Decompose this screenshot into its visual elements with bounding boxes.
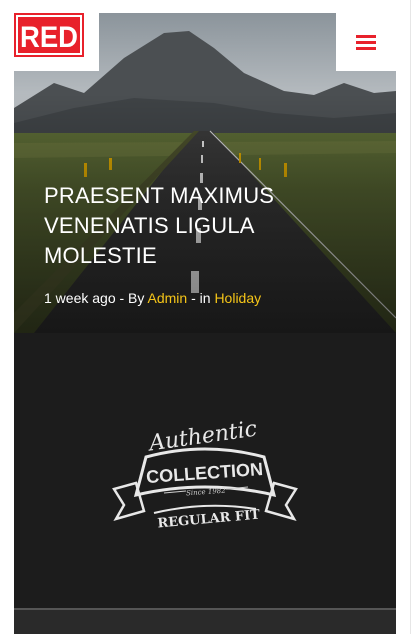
badge-collection-text: COLLECTION: [146, 459, 264, 487]
page-edge-divider: [410, 0, 411, 634]
post-card-authentic-collection[interactable]: Authentic COLLECTION Since 1982 REGULAR …: [14, 333, 396, 613]
page: RED PRAESENT MAXIMUS VENENATIS LIGULA MO…: [0, 0, 412, 634]
post-card-partial[interactable]: [14, 608, 396, 634]
post-title[interactable]: PRAESENT MAXIMUS VENENATIS LIGULA MOLEST…: [44, 181, 324, 271]
badge-regular-fit-text: REGULAR FIT: [157, 508, 261, 532]
post-author-link[interactable]: Admin: [148, 290, 188, 306]
post-meta: 1 week ago - By Admin - in Holiday: [44, 289, 261, 307]
badge-since-text: Since 1982: [186, 487, 227, 498]
post-in-separator: - in: [187, 290, 215, 306]
site-logo[interactable]: RED: [14, 13, 84, 57]
logo-text: RED: [20, 21, 78, 54]
authentic-collection-badge-image: Authentic COLLECTION Since 1982 REGULAR …: [112, 417, 298, 532]
site-logo-container[interactable]: RED: [0, 0, 99, 71]
post-image-strip: [14, 608, 396, 610]
menu-button[interactable]: [336, 13, 396, 71]
post-category-link[interactable]: Holiday: [214, 290, 261, 306]
post-by-separator: - By: [115, 290, 148, 306]
post-date: 1 week ago: [44, 290, 116, 306]
